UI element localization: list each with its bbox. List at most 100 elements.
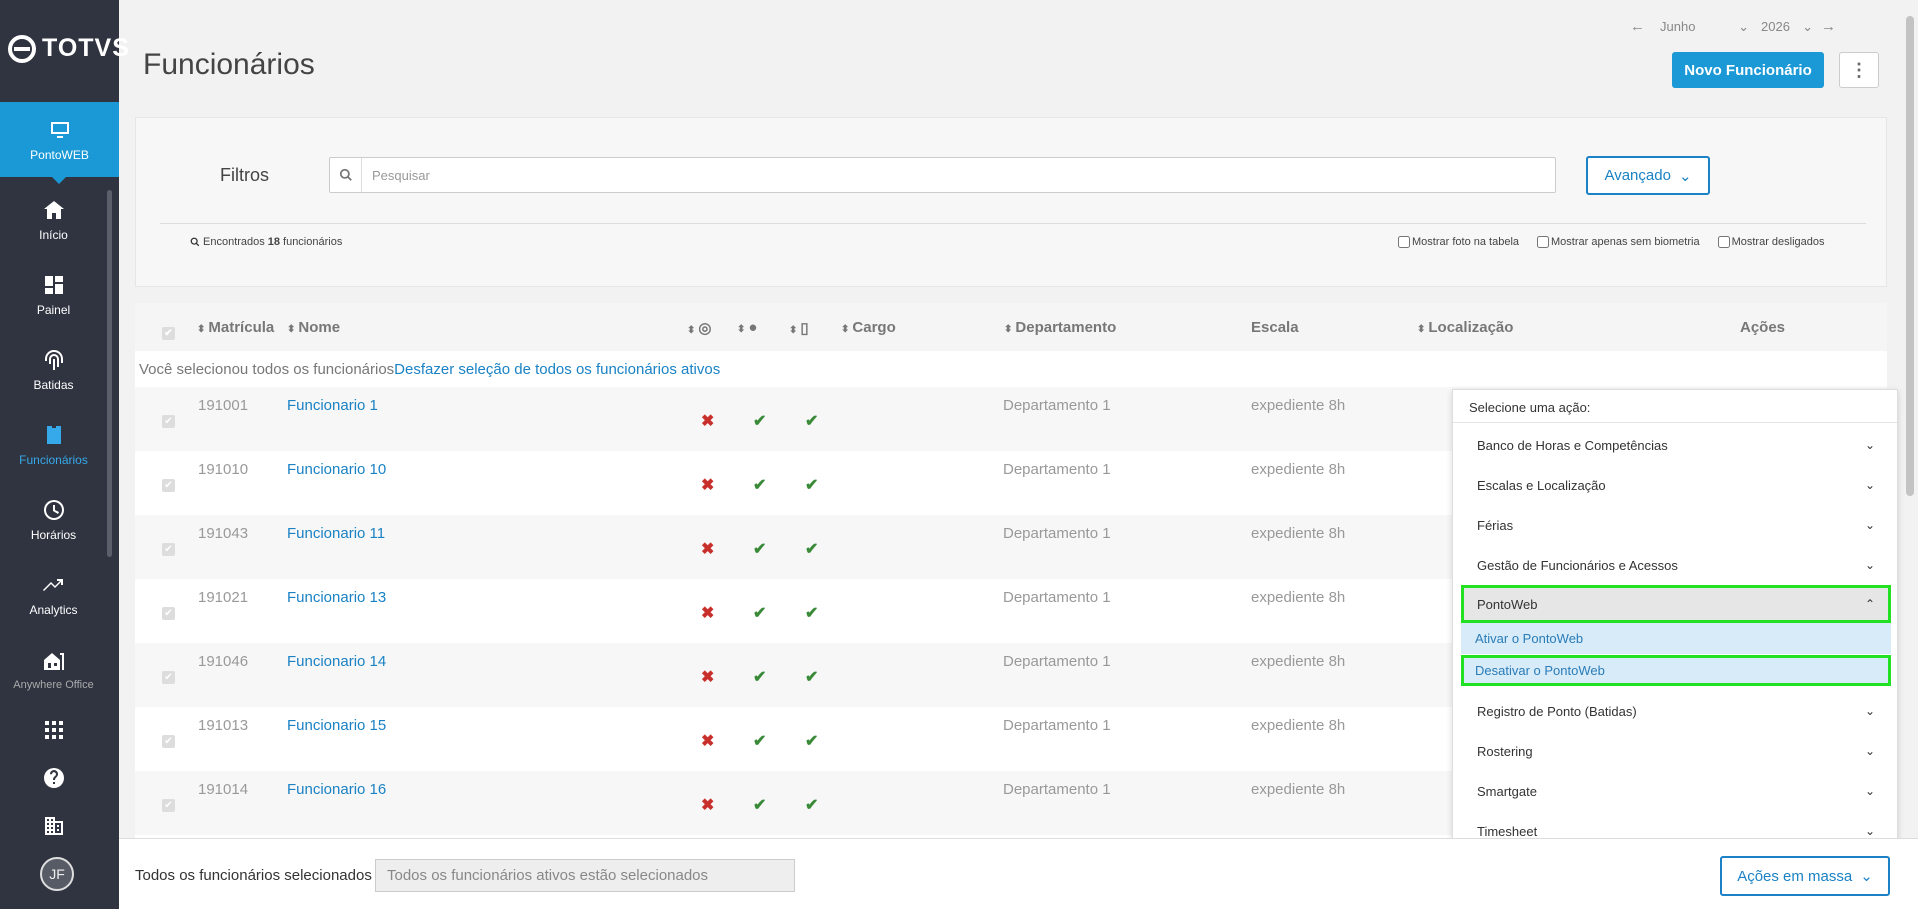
column-label: Nome — [298, 319, 341, 336]
sidebar-item-label: Painel — [36, 303, 71, 317]
chevron-down-icon: ⌄ — [1864, 558, 1875, 572]
select-all-checkbox[interactable]: ✔ — [162, 323, 175, 340]
monitor-icon — [50, 121, 69, 138]
year-value: 2026 — [1761, 18, 1790, 34]
building-icon[interactable] — [42, 814, 66, 838]
dropdown-item[interactable]: Registro de Ponto (Batidas) ⌄ — [1453, 691, 1897, 731]
dropdown-item[interactable]: PontoWeb ⌃ — [1461, 585, 1891, 623]
actions-dropdown: Selecione uma ação: Banco de Horas e Com… — [1452, 389, 1898, 854]
row-checkbox[interactable]: ✔ — [162, 731, 175, 748]
sidebar-item-anywhere-office[interactable]: Anywhere Office — [0, 634, 107, 706]
sidebar-scrollbar[interactable] — [107, 190, 112, 557]
dropdown-item[interactable]: Smartgate ⌄ — [1453, 771, 1897, 811]
row-checkbox[interactable]: ✔ — [162, 475, 175, 492]
sidebar-item-funcionarios[interactable]: Funcionários — [0, 409, 107, 481]
dropdown-item-label: Gestão de Funcionários e Acessos — [1477, 557, 1678, 573]
show-disconnected-option[interactable]: Mostrar desligados — [1717, 236, 1825, 248]
dropdown-item-label: Banco de Horas e Competências — [1477, 437, 1668, 453]
sort-icon: ⬍ — [737, 324, 746, 335]
dropdown-item-label: Escalas e Localização — [1477, 477, 1606, 493]
show-disconnected-label: Mostrar desligados — [1731, 236, 1825, 248]
table-header: ✔ ⬍ Matrícula ⬍ Nome ⬍ ◎ ⬍ ● ⬍ ▯ ⬍ Cargo ⬍ Depa… — [135, 303, 1887, 351]
found-suffix: funcionários — [283, 236, 343, 248]
no-biometry-checkbox[interactable] — [1537, 236, 1550, 248]
row-checkbox[interactable]: ✔ — [162, 795, 175, 812]
found-count: 18 — [267, 236, 281, 248]
chevron-down-icon: ⌄ — [1864, 704, 1875, 718]
undo-selection-link[interactable]: Desfazer seleção de todos os funcionário… — [394, 361, 720, 378]
row-checkbox[interactable]: ✔ — [162, 539, 175, 556]
sidebar-item-inicio[interactable]: Início — [0, 184, 107, 256]
employee-name-link[interactable]: Funcionario 13 — [287, 589, 386, 606]
activate-pontoweb-option[interactable]: Ativar o PontoWeb — [1461, 623, 1891, 654]
chevron-down-icon: ⌄ — [1864, 744, 1875, 758]
column-departamento[interactable]: ⬍ Departamento — [1004, 319, 1116, 336]
mobile-status: ✔ — [805, 797, 819, 814]
dropdown-item[interactable]: Gestão de Funcionários e Acessos ⌄ — [1453, 545, 1897, 585]
help-icon[interactable] — [42, 766, 66, 790]
more-options-button[interactable]: ⋮ — [1839, 52, 1879, 88]
apps-grid-icon[interactable] — [42, 718, 66, 742]
column-mobile[interactable]: ⬍ ▯ — [789, 319, 809, 337]
mass-actions-label: Ações em massa — [1737, 867, 1853, 885]
employee-name-link[interactable]: Funcionario 1 — [287, 397, 378, 414]
new-employee-button[interactable]: Novo Funcionário — [1672, 52, 1824, 88]
column-web[interactable]: ⬍ ● — [737, 319, 757, 336]
dashboard-icon — [44, 276, 63, 294]
column-nome[interactable]: ⬍ Nome — [287, 319, 340, 336]
search-input[interactable] — [362, 160, 1555, 190]
page-title: Funcionários — [143, 48, 315, 81]
sidebar-item-label: PontoWEB — [30, 147, 89, 162]
sidebar-item-horarios[interactable]: Horários — [0, 484, 107, 556]
selection-status-field: Todos os funcionários ativos estão selec… — [375, 859, 795, 892]
arrow-left-icon[interactable]: ← — [1630, 18, 1646, 35]
avatar[interactable]: JF — [40, 857, 74, 891]
row-checkbox[interactable]: ✔ — [162, 411, 175, 428]
dropdown-item-label: Smartgate — [1477, 783, 1537, 799]
chevron-down-icon: ⌄ — [1864, 438, 1875, 452]
show-photo-checkbox[interactable] — [1398, 236, 1410, 248]
column-biometry[interactable]: ⬍ ◎ — [687, 319, 711, 337]
sidebar-item-batidas[interactable]: Batidas — [0, 334, 107, 406]
employee-department: Departamento 1 — [1003, 589, 1111, 606]
totvs-logo[interactable]: TOTVS — [8, 34, 130, 63]
dropdown-item[interactable]: Banco de Horas e Competências ⌄ — [1453, 425, 1897, 465]
employee-name-link[interactable]: Funcionario 10 — [287, 461, 386, 478]
show-disconnected-checkbox[interactable] — [1717, 236, 1730, 248]
employee-name-link[interactable]: Funcionario 11 — [287, 525, 385, 542]
dropdown-item[interactable]: Escalas e Localização ⌄ — [1453, 465, 1897, 505]
filter-label: Filtros — [220, 165, 269, 185]
no-biometry-option[interactable]: Mostrar apenas sem biometria — [1537, 236, 1700, 248]
employee-name-link[interactable]: Funcionario 15 — [287, 717, 386, 734]
fingerprint-icon — [44, 350, 63, 370]
search-field[interactable] — [329, 157, 1556, 193]
dropdown-item[interactable]: Rostering ⌄ — [1453, 731, 1897, 771]
sidebar-item-pontoweb[interactable]: PontoWEB — [0, 102, 119, 184]
mass-actions-button[interactable]: Ações em massa ⌄ — [1720, 856, 1890, 896]
sidebar-item-analytics[interactable]: Analytics — [0, 559, 107, 631]
month-select[interactable]: Junho ⌄ — [1646, 19, 1761, 35]
employee-scale: expediente 8h — [1251, 461, 1346, 478]
column-cargo[interactable]: ⬍ Cargo — [841, 319, 896, 336]
employee-department: Departamento 1 — [1003, 461, 1111, 478]
deactivate-pontoweb-option[interactable]: Desativar o PontoWeb — [1461, 655, 1891, 686]
employee-id: 191021 — [198, 589, 249, 606]
row-checkbox[interactable]: ✔ — [162, 603, 175, 620]
show-photo-option[interactable]: Mostrar foto na tabela — [1398, 236, 1519, 248]
arrow-right-icon[interactable]: → — [1821, 18, 1837, 35]
selection-note: Você selecionou todos os funcionáriosDes… — [139, 361, 720, 378]
employee-scale: expediente 8h — [1251, 589, 1346, 606]
no-biometry-label: Mostrar apenas sem biometria — [1551, 236, 1700, 248]
column-label: Matrícula — [208, 319, 275, 336]
employee-scale: expediente 8h — [1251, 717, 1346, 734]
year-select[interactable]: 2026 ⌄ — [1761, 19, 1821, 35]
advanced-filter-button[interactable]: Avançado ⌄ — [1586, 156, 1710, 195]
employee-name-link[interactable]: Funcionario 14 — [287, 653, 386, 670]
dropdown-item[interactable]: Férias ⌄ — [1453, 505, 1897, 545]
column-matricula[interactable]: ⬍ Matrícula — [197, 319, 274, 336]
column-localizacao[interactable]: ⬍ Localização — [1417, 319, 1513, 336]
row-checkbox[interactable]: ✔ — [162, 667, 175, 684]
sidebar-item-painel[interactable]: Painel — [0, 259, 107, 331]
employee-name-link[interactable]: Funcionario 16 — [287, 781, 386, 798]
page-scrollbar[interactable] — [1906, 16, 1914, 496]
